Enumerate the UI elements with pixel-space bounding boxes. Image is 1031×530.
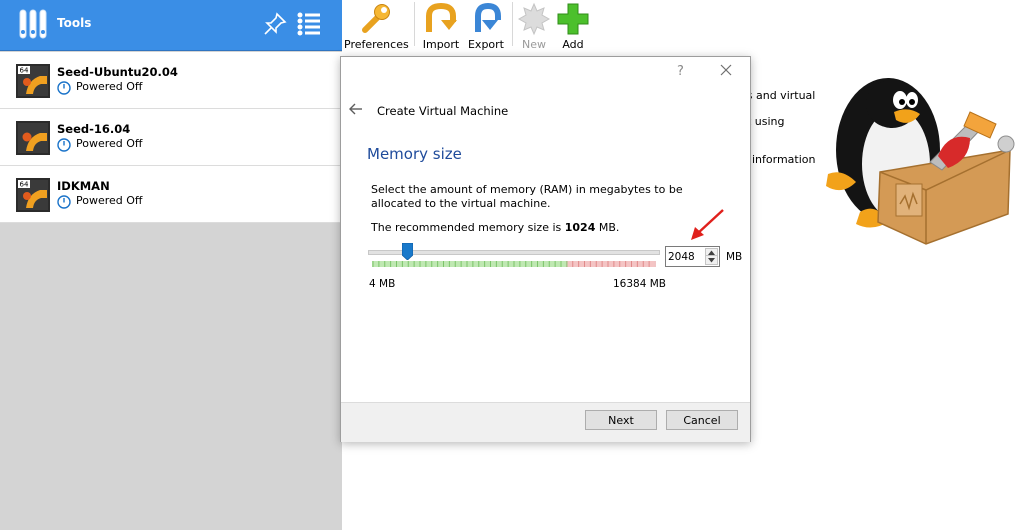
ubuntu-64-icon: 64 xyxy=(16,64,50,98)
memory-spinbox[interactable] xyxy=(665,246,720,267)
memory-unit-label: MB xyxy=(726,251,743,263)
vm-state-label: Powered Off xyxy=(76,194,143,207)
preferences-button[interactable]: Preferences xyxy=(344,0,409,51)
add-label: Add xyxy=(562,38,584,51)
pin-icon[interactable] xyxy=(262,11,288,37)
toolbar-separator xyxy=(512,2,513,46)
memory-slider[interactable] xyxy=(368,243,660,273)
slider-handle[interactable] xyxy=(401,243,413,260)
wrench-icon xyxy=(362,4,390,33)
next-button[interactable]: Next xyxy=(585,410,657,430)
recommended-memory-text: The recommended memory size is 1024 MB. xyxy=(371,221,619,234)
vm-item-seed-ubuntu20[interactable]: 64 Seed-Ubuntu20.04 Powered Off xyxy=(0,52,342,109)
slider-ticks xyxy=(372,261,656,267)
slider-min-label: 4 MB xyxy=(369,278,396,290)
import-label: Import xyxy=(422,38,460,51)
virtualbox-mascot-image xyxy=(826,78,1015,245)
add-button[interactable]: Add xyxy=(555,0,591,51)
machine-list-panel: Tools 64 Seed-Ubuntu20.04 Powered Off Se… xyxy=(0,0,342,530)
create-vm-dialog: ? Create Virtual Machine Memory size Sel… xyxy=(340,56,751,442)
export-label: Export xyxy=(467,38,504,51)
preferences-label: Preferences xyxy=(344,38,409,51)
tools-icon xyxy=(19,9,47,39)
svg-text:64: 64 xyxy=(20,67,29,75)
spin-down-icon[interactable] xyxy=(705,255,718,265)
export-icon xyxy=(475,2,501,32)
recommended-value: 1024 xyxy=(564,221,596,234)
slider-max-label: 16384 MB xyxy=(613,278,667,290)
memory-description: Select the amount of memory (RAM) in meg… xyxy=(371,183,683,210)
vm-item-idkman[interactable]: 64 IDKMAN Powered Off xyxy=(0,166,342,223)
tools-label: Tools xyxy=(57,16,92,30)
list-menu-icon[interactable] xyxy=(296,11,322,37)
back-arrow-icon[interactable] xyxy=(349,103,363,115)
memory-size-input[interactable] xyxy=(666,247,708,266)
welcome-text: information xyxy=(752,153,816,166)
add-icon xyxy=(557,3,589,35)
dialog-title: Create Virtual Machine xyxy=(377,104,509,118)
import-button[interactable]: Import xyxy=(420,0,462,51)
page-heading: Memory size xyxy=(367,145,462,163)
vm-name: IDKMAN xyxy=(57,179,110,193)
vm-state-label: Powered Off xyxy=(76,137,143,150)
export-button[interactable]: Export xyxy=(464,0,508,51)
cancel-button[interactable]: Cancel xyxy=(666,410,738,430)
new-button[interactable]: New xyxy=(516,0,552,51)
power-off-icon xyxy=(57,195,71,209)
red-arrow-annotation-icon xyxy=(691,209,724,240)
dialog-footer: Next Cancel xyxy=(341,402,750,442)
new-icon xyxy=(517,2,551,36)
welcome-text: es and virtual xyxy=(740,89,816,102)
svg-text:64: 64 xyxy=(20,181,29,189)
close-icon[interactable] xyxy=(719,63,733,77)
toolbar-separator xyxy=(414,2,415,46)
help-button[interactable]: ? xyxy=(677,64,684,79)
vm-name: Seed-16.04 xyxy=(57,122,131,136)
recommended-prefix: The recommended memory size is xyxy=(371,221,565,234)
new-label: New xyxy=(522,38,546,51)
ubuntu-icon xyxy=(16,121,50,155)
tools-header[interactable]: Tools xyxy=(0,0,342,51)
recommended-suffix: MB. xyxy=(595,221,620,234)
vm-state-label: Powered Off xyxy=(76,80,143,93)
import-icon xyxy=(426,2,457,32)
vm-item-seed-16[interactable]: Seed-16.04 Powered Off xyxy=(0,109,342,166)
vm-name: Seed-Ubuntu20.04 xyxy=(57,65,178,79)
power-off-icon xyxy=(57,81,71,95)
ubuntu-64-icon: 64 xyxy=(16,178,50,212)
power-off-icon xyxy=(57,138,71,152)
